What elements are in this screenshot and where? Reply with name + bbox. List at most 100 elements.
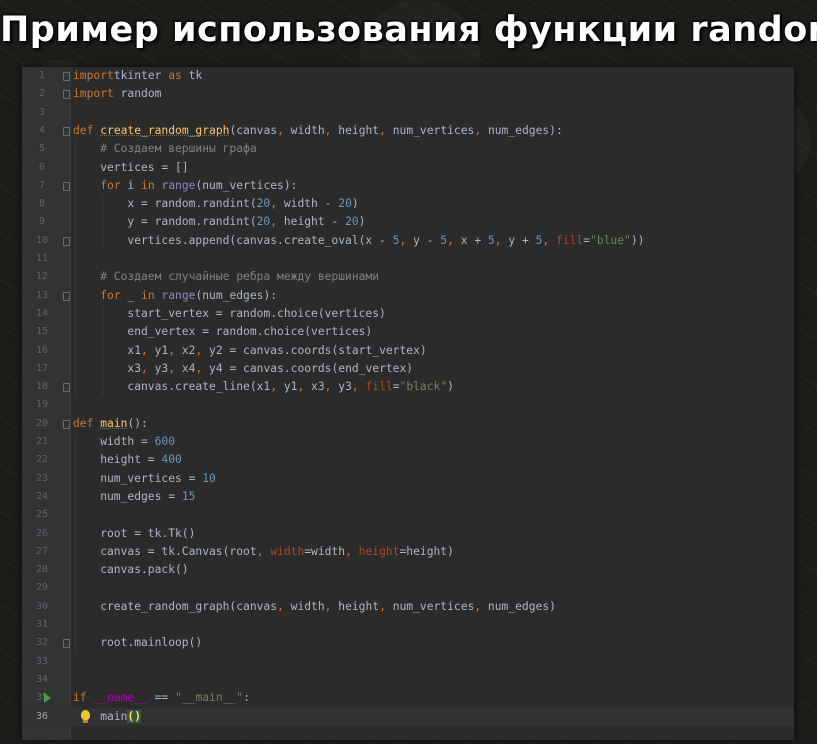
code-line[interactable]: 30 create_random_graph(canvas, width, hei… [22,598,794,616]
fold-marker-icon[interactable] [63,639,70,649]
code-line[interactable]: 4 def create_random_graph(canvas, width, … [22,122,794,140]
code-token: (num_vertices): [195,178,298,192]
code-token: =width [304,544,346,558]
code-line[interactable]: 17 x3, y3, x4, y4 = canvas.coords(end_ver… [22,360,794,378]
code-line[interactable]: 6 vertices = [] [22,159,794,177]
code-token: height [331,123,380,137]
code-token: root.mainloop() [100,636,203,650]
code-line[interactable]: 18 canvas.create_line(x1, y1, x3, y3, fil… [22,378,794,396]
code-token: ) [358,215,366,229]
code-token: 20 [345,215,359,229]
code-text: main() [100,708,142,726]
code-token: def [73,123,101,137]
code-line[interactable]: 2 import random [22,85,794,103]
code-token: 20 [338,197,352,211]
code-line[interactable]: 33 [22,653,794,671]
code-token: range [161,178,196,192]
code-editor[interactable]: 1 importtkinter as tk 2 import random 3 4 def … [22,67,794,740]
code-line[interactable]: 11 [22,250,794,268]
code-text: if __name__ == "__main__": [73,689,250,707]
code-text: def create_random_graph(canvas, width, h… [73,122,563,140]
code-token: =height) [399,544,454,558]
code-token: import [73,87,114,101]
fold-marker-icon[interactable] [63,126,70,136]
code-line[interactable]: 7 for i in range(num_vertices): [22,177,794,195]
code-token: (canvas [229,123,278,137]
code-line[interactable]: 31 [22,616,794,634]
fold-marker-icon[interactable] [63,72,70,81]
fold-marker-icon[interactable] [63,236,70,246]
page-title: Пример использования функции random [0,10,817,50]
code-token: width [263,544,305,558]
run-triangle-icon[interactable] [44,693,51,704]
fold-marker-icon[interactable] [63,90,70,100]
code-token: in [141,178,162,192]
line-number: 7 [38,179,46,191]
code-token: for [100,178,128,192]
code-token: : [243,691,250,705]
code-token: () [127,709,142,723]
code-line[interactable]: 9 y = random.randint(20, height - 20) [22,213,794,231]
code-line[interactable]: 23 num_vertices = 10 [22,470,794,488]
code-line[interactable]: 20 def main(): [22,415,794,433]
code-line[interactable]: 16 x1, y1, x2, y2 = canvas.coords(start_v… [22,342,794,360]
code-token: == [147,691,176,705]
code-line[interactable]: 13 for _ in range(num_edges): [22,287,794,305]
code-token: height - [277,215,346,229]
code-token: , [168,361,176,375]
code-token: = [392,380,400,394]
code-token: if [73,691,94,705]
code-token: width - [277,197,339,211]
code-token: (): [127,416,148,430]
code-token: y1 [277,380,298,394]
code-line[interactable]: 35 if __name__ == "__main__": [22,689,794,707]
code-token: start_vertex = random.choice(vertices) [127,306,386,320]
code-line[interactable]: 21 width = 600 [22,433,794,451]
code-line[interactable]: 34 [22,671,794,689]
code-token: 600 [154,435,176,448]
code-line[interactable]: 5 # Создаем вершины графа [22,140,794,158]
code-line[interactable]: 10 vertices.append(canvas.create_oval(x -… [22,232,794,250]
code-text: canvas.create_line(x1, y1, x3, y3, fill=… [127,378,454,396]
code-text: end_vertex = random.choice(vertices) [127,323,372,341]
code-line[interactable]: 28 canvas.pack() [22,561,794,579]
code-text: for i in range(num_vertices): [100,177,297,195]
code-token: 400 [161,453,182,467]
code-token: x1 [127,343,141,357]
code-token: width [283,599,325,613]
code-line[interactable]: 26 root = tk.Tk() [22,525,794,543]
line-number: 29 [35,582,49,594]
code-line[interactable]: 12 # Создаем случайные ребра между вершин… [22,268,794,286]
code-token: , [345,544,352,558]
code-line[interactable]: 27 canvas = tk.Canvas(root, width=width, … [22,543,794,561]
code-text: vertices = [] [100,159,188,177]
fold-marker-icon[interactable] [63,181,70,191]
code-line[interactable]: 29 [22,579,794,597]
code-line[interactable]: 36 main() [22,707,794,726]
lightbulb-icon[interactable] [81,709,90,723]
code-text: canvas = tk.Canvas(root, width=width, he… [100,543,454,561]
code-token: num_edges) [481,599,556,613]
code-line[interactable]: 24 num_edges = 15 [22,488,794,506]
fold-marker-icon[interactable] [63,419,70,429]
code-token: 5 [487,233,495,247]
code-line[interactable]: 32 root.mainloop() [22,634,794,652]
code-line[interactable]: 22 height = 400 [22,451,794,469]
code-token: __name__ [93,691,148,705]
code-line[interactable]: 3 [22,104,794,122]
fold-marker-icon[interactable] [63,291,70,301]
code-line[interactable]: 15 end_vertex = random.choice(vertices) [22,323,794,341]
code-line[interactable]: 25 [22,506,794,524]
code-line[interactable]: 1 importtkinter as tk [22,67,794,85]
line-number: 32 [35,637,49,649]
code-token: fill [358,380,393,394]
code-token: 15 [181,489,196,503]
line-number: 6 [38,161,46,173]
code-token: y - [406,233,441,247]
code-token: import [73,69,114,82]
code-line[interactable]: 14 start_vertex = random.choice(vertices) [22,305,794,323]
code-line[interactable]: 8 x = random.randint(20, width - 20) [22,195,794,213]
code-line[interactable]: 19 [22,396,794,414]
line-number: 2 [38,88,46,100]
fold-marker-icon[interactable] [63,383,70,393]
